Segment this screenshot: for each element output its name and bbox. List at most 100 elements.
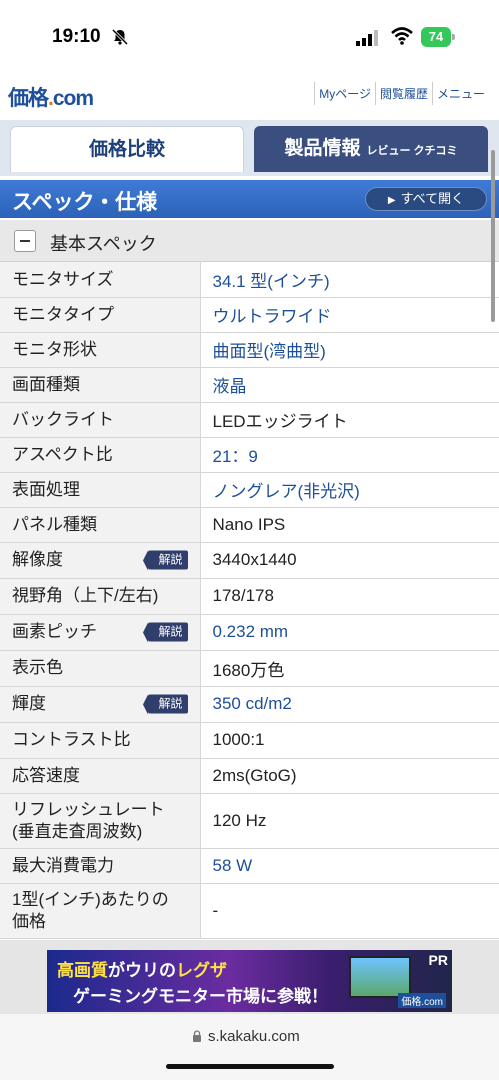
tab-product-label: 製品情報 (284, 138, 361, 159)
explanation-badge[interactable]: 解説 (143, 694, 188, 715)
spec-key-label: 1型(インチ)あたりの価格 (12, 890, 169, 931)
spec-key: モニタタイプ (0, 297, 201, 333)
spec-value: 178/178 (200, 578, 499, 615)
spec-key-label: モニタ形状 (12, 339, 97, 359)
spec-table: モニタサイズ 34.1 型(インチ) モニタタイプ ウルトラワイドモニタ形状 曲面型(湾… (0, 262, 499, 939)
spec-key-label: 画面種類 (12, 374, 80, 394)
explanation-badge[interactable]: 解説 (143, 622, 188, 643)
spec-key: 視野角（上下/左右) (0, 578, 201, 615)
spec-row: アスペクト比 21：9 (0, 437, 499, 473)
open-all-label: すべて開く (400, 191, 465, 206)
tab-bar: 価格比較 製品情報 レビュー クチコミ (0, 120, 499, 176)
spec-key-label: バックライト (12, 409, 114, 429)
spec-value[interactable]: 350 cd/m2 (200, 686, 499, 723)
spec-key: 画素ピッチ 解説 (0, 614, 201, 651)
spec-key-label: コントラスト比 (12, 730, 131, 750)
url-text[interactable]: s.kakaku.com (208, 1028, 300, 1045)
spec-section-header: スペック・仕様 ▶ すべて開く (0, 180, 499, 218)
spec-key: 画面種類 (0, 367, 201, 403)
tab-product-sublabel: レビュー クチコミ (366, 145, 458, 157)
spec-row: 輝度 解説 350 cd/m2 (0, 686, 499, 723)
spec-key: 応答速度 (0, 758, 201, 794)
home-indicator[interactable] (166, 1064, 334, 1069)
subsection-title: 基本スペック (50, 234, 157, 254)
spec-value: 1680万色 (200, 650, 499, 687)
spec-value[interactable]: 曲面型(湾曲型) (200, 332, 499, 368)
spec-key-label: リフレッシュレート(垂直走査周波数) (12, 800, 165, 841)
spec-row: モニタサイズ 34.1 型(インチ) (0, 262, 499, 298)
spec-row: 表面処理 ノングレア(非光沢) (0, 472, 499, 508)
spec-value[interactable]: 液晶 (200, 367, 499, 403)
spec-key: コントラスト比 (0, 722, 201, 759)
spec-row: 画素ピッチ 解説 0.232 mm (0, 614, 499, 651)
spec-key-label: モニタサイズ (12, 269, 114, 289)
spec-key: 解像度 解説 (0, 542, 201, 579)
tab-product-info[interactable]: 製品情報 レビュー クチコミ (254, 126, 488, 172)
spec-key: 1型(インチ)あたりの価格 (0, 883, 201, 939)
spec-value[interactable]: 34.1 型(インチ) (200, 262, 499, 298)
bell-slash-icon (111, 28, 129, 46)
spec-row: モニタ形状 曲面型(湾曲型) (0, 332, 499, 368)
spec-key: モニタサイズ (0, 262, 201, 298)
spec-key-label: アスペクト比 (12, 444, 113, 464)
spec-value[interactable]: ノングレア(非光沢) (200, 472, 499, 508)
site-logo[interactable]: 価格.com (8, 82, 94, 112)
ad-logo: 価格.com (398, 993, 446, 1008)
spec-key-label: 表示色 (12, 658, 63, 678)
spec-value[interactable]: 21：9 (200, 437, 499, 473)
spec-key: モニタ形状 (0, 332, 201, 368)
cellular-signal-icon (356, 30, 378, 46)
spec-value: 3440x1440 (200, 542, 499, 579)
spec-key: リフレッシュレート(垂直走査周波数) (0, 793, 201, 849)
spec-row: 視野角（上下/左右) 178/178 (0, 578, 499, 615)
collapse-minus-icon[interactable] (14, 230, 36, 252)
play-triangle-icon: ▶ (387, 195, 396, 206)
ad-subline: ゲーミングモニター市場に参戦！ (73, 987, 328, 1006)
wifi-icon (391, 27, 413, 45)
spec-key-label: 画素ピッチ (12, 622, 97, 642)
tab-price-compare[interactable]: 価格比較 (10, 126, 244, 172)
spec-value: LEDエッジライト (200, 402, 499, 438)
spec-key: 表示色 (0, 650, 201, 687)
explanation-badge[interactable]: 解説 (143, 550, 188, 571)
spec-row: リフレッシュレート(垂直走査周波数) 120 Hz (0, 793, 499, 849)
spec-row: 表示色 1680万色 (0, 650, 499, 687)
battery-icon: 74 (421, 27, 455, 47)
status-time: 19:10 (52, 26, 101, 47)
header-links: Myページ 閲覧履歴 メニュー (314, 82, 489, 105)
basic-spec-header[interactable]: 基本スペック (0, 220, 499, 262)
spec-value: 1000:1 (200, 722, 499, 759)
ad-headline: 高画質がウリのレグザ (57, 961, 227, 980)
browser-url-bar[interactable]: s.kakaku.com (0, 1014, 499, 1080)
spec-row: 画面種類 液晶 (0, 367, 499, 403)
spec-row: 1型(インチ)あたりの価格 - (0, 883, 499, 939)
spec-value[interactable]: 58 W (200, 848, 499, 884)
menu-link[interactable]: メニュー (431, 82, 489, 105)
spec-key-label: パネル種類 (12, 514, 97, 534)
spec-row: 解像度 解説 3440x1440 (0, 542, 499, 579)
spec-row: 応答速度 2ms(GtoG) (0, 758, 499, 794)
spec-key-label: 視野角（上下/左右) (12, 586, 159, 606)
mypage-link[interactable]: Myページ (314, 82, 375, 105)
scrollbar[interactable] (491, 150, 495, 322)
spec-value[interactable]: 0.232 mm (200, 614, 499, 651)
spec-value: 2ms(GtoG) (200, 758, 499, 794)
ad-banner[interactable]: 高画質がウリのレグザ ゲーミングモニター市場に参戦！ PR 価格.com (47, 950, 452, 1012)
spec-key-label: 解像度 (12, 550, 63, 570)
spec-row: モニタタイプ ウルトラワイド (0, 297, 499, 333)
spec-key-label: 最大消費電力 (12, 855, 114, 875)
spec-key: アスペクト比 (0, 437, 201, 473)
spec-key: 表面処理 (0, 472, 201, 508)
spec-key: 最大消費電力 (0, 848, 201, 884)
ad-pr-label: PR (428, 952, 448, 968)
history-link[interactable]: 閲覧履歴 (374, 82, 432, 105)
spec-value: 120 Hz (200, 793, 499, 849)
spec-key-label: 輝度 (12, 694, 46, 714)
section-title: スペック・仕様 (12, 191, 158, 214)
spec-value[interactable]: ウルトラワイド (200, 297, 499, 333)
spec-value: Nano IPS (200, 507, 499, 543)
open-all-button[interactable]: ▶ すべて開く (365, 187, 487, 211)
spec-key: パネル種類 (0, 507, 201, 543)
battery-level: 74 (421, 27, 451, 47)
spec-key: 輝度 解説 (0, 686, 201, 723)
